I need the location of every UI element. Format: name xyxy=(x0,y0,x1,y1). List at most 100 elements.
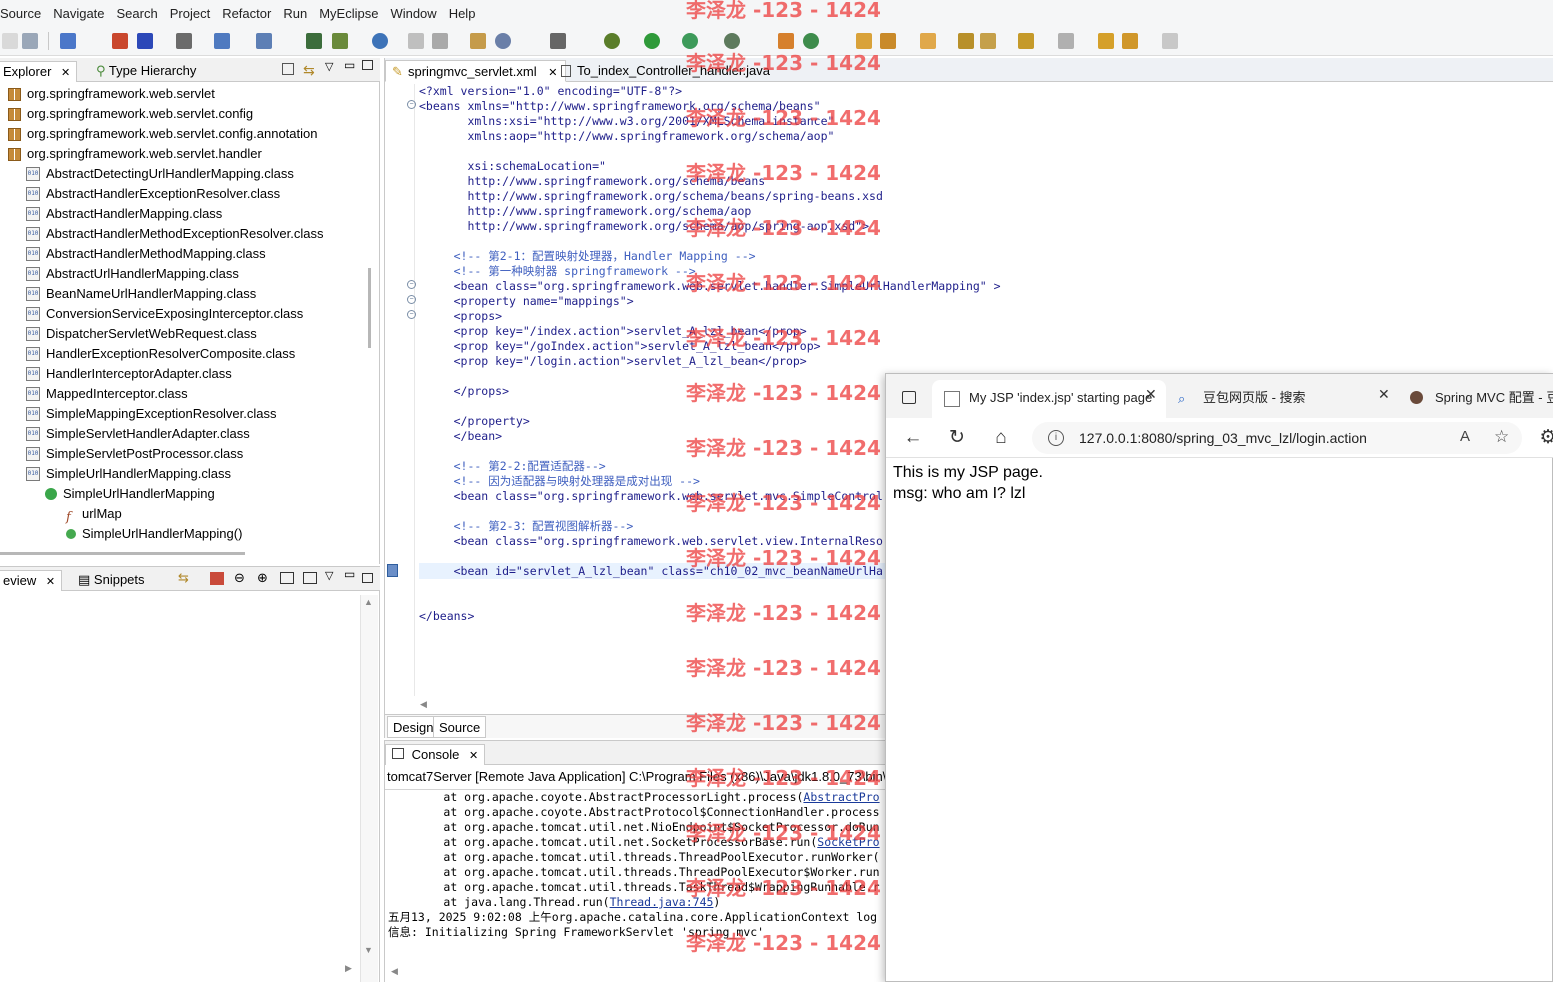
tab-snippets[interactable]: ▤ Snippets xyxy=(72,570,151,591)
tree-item-classfile[interactable]: 010 SimpleMappingExceptionResolver.class xyxy=(26,404,277,424)
tab-design[interactable]: Design xyxy=(387,716,440,738)
globe-icon[interactable] xyxy=(372,33,388,49)
scroll-up-icon[interactable]: ▲ xyxy=(364,597,373,607)
info-icon[interactable]: i xyxy=(1048,430,1064,446)
close-icon[interactable]: ✕ xyxy=(1378,386,1390,403)
link-editor-icon[interactable]: ⇆ xyxy=(303,62,315,79)
fold-icon[interactable]: − xyxy=(407,100,416,109)
tree-item-classfile[interactable]: 010 SimpleUrlHandlerMapping.class xyxy=(26,464,231,484)
tab-source[interactable]: Source xyxy=(433,716,487,738)
tree-item-class[interactable]: SimpleUrlHandlerMapping xyxy=(45,484,215,504)
tree-item-classfile[interactable]: 010 DispatcherServletWebRequest.class xyxy=(26,324,257,344)
minimize-icon[interactable]: ▭ xyxy=(344,567,355,581)
close-icon[interactable]: ✕ xyxy=(1145,386,1157,403)
menu-navigate[interactable]: Navigate xyxy=(47,6,110,21)
menu-project[interactable]: Project xyxy=(164,6,216,21)
tree-item-method[interactable]: SimpleUrlHandlerMapping() xyxy=(66,524,242,544)
external-tools-icon[interactable] xyxy=(724,33,740,49)
new-icon[interactable] xyxy=(2,33,18,49)
scroll-down-icon[interactable]: ▼ xyxy=(364,945,373,955)
menu-refactor[interactable]: Refactor xyxy=(216,6,277,21)
menu-window[interactable]: Window xyxy=(384,6,442,21)
menu-myeclipse[interactable]: MyEclipse xyxy=(313,6,384,21)
print-icon[interactable] xyxy=(22,33,38,49)
tree-item-package[interactable]: org.springframework.web.servlet.config.a… xyxy=(8,124,317,144)
tab-springmvc-servlet-xml[interactable]: ✎ springmvc_servlet.xml ✕ xyxy=(385,60,567,82)
tab-explorer[interactable]: Explorer ✕ xyxy=(0,61,78,82)
tree-item-classfile[interactable]: 010 ConversionServiceExposingInterceptor.… xyxy=(26,304,303,324)
new-class-icon[interactable] xyxy=(778,33,794,49)
maximize-icon[interactable] xyxy=(362,573,373,583)
console-link[interactable]: AbstractPro xyxy=(803,790,879,804)
tree-item-classfile[interactable]: 010 MappedInterceptor.class xyxy=(26,384,188,404)
tree-item-classfile[interactable]: 010 AbstractHandlerMethodExceptionResolve… xyxy=(26,224,323,244)
fold-icon[interactable]: − xyxy=(407,280,416,289)
server-icon[interactable] xyxy=(176,33,192,49)
web-icon[interactable] xyxy=(495,33,511,49)
view-menu-icon[interactable]: ▽ xyxy=(325,60,333,73)
open-perspective-icon[interactable] xyxy=(332,33,348,49)
tree-item-classfile[interactable]: 010 AbstractUrlHandlerMapping.class xyxy=(26,264,239,284)
tree-item-classfile[interactable]: 010 HandlerExceptionResolverComposite.cla… xyxy=(26,344,295,364)
zoom-in-icon[interactable]: ⊕ xyxy=(257,570,268,586)
tree-item-classfile[interactable]: 010 BeanNameUrlHandlerMapping.class xyxy=(26,284,256,304)
browser-tab-doubao[interactable]: ⌕ 豆包网页版 - 搜索 xyxy=(1166,380,1384,418)
clipboard-icon[interactable] xyxy=(408,33,424,49)
fit-icon[interactable] xyxy=(303,572,317,584)
tree-item-classfile[interactable]: 010 SimpleServletPostProcessor.class xyxy=(26,444,243,464)
open-folder-icon[interactable] xyxy=(856,33,872,49)
tree-item-package[interactable]: org.springframework.web.servlet xyxy=(8,84,215,104)
back-icon[interactable] xyxy=(1122,33,1138,49)
close-icon[interactable]: ✕ xyxy=(61,67,70,79)
home-icon[interactable]: ⌂ xyxy=(989,426,1013,450)
menu-help[interactable]: Help xyxy=(443,6,482,21)
bookmark-icon[interactable] xyxy=(980,33,996,49)
favorite-icon[interactable]: ☆ xyxy=(1494,427,1509,447)
box-icon[interactable] xyxy=(137,33,153,49)
zoom-out-icon[interactable]: ⊖ xyxy=(234,570,245,586)
tree-item-classfile[interactable]: 010 AbstractHandlerExceptionResolver.clas… xyxy=(26,184,280,204)
annotation-icon[interactable] xyxy=(958,33,974,49)
run-server-icon[interactable] xyxy=(306,33,322,49)
coverage-icon[interactable] xyxy=(682,33,698,49)
extensions-icon[interactable]: ⚙ xyxy=(1536,426,1553,450)
menu-source[interactable]: Source xyxy=(0,6,47,21)
tab-preview[interactable]: eview ✕ xyxy=(0,570,63,591)
open-type-icon[interactable] xyxy=(256,33,272,49)
folder-icon[interactable] xyxy=(920,33,936,49)
scroll-left-icon[interactable]: ◀ xyxy=(391,966,398,977)
preview-vertical-scrollbar[interactable]: ▲ ▼ xyxy=(360,595,378,982)
tree-item-classfile[interactable]: 010 AbstractHandlerMethodMapping.class xyxy=(26,244,266,264)
editor-horizontal-scrollbar[interactable]: ◀ xyxy=(415,698,885,712)
sync-icon[interactable]: ⇆ xyxy=(178,570,189,586)
actual-size-icon[interactable] xyxy=(280,572,294,584)
screenshot-icon[interactable] xyxy=(550,33,566,49)
tree-item-classfile[interactable]: 010 AbstractHandlerMapping.class xyxy=(26,204,222,224)
image-icon[interactable] xyxy=(210,572,224,585)
pen-icon[interactable] xyxy=(880,33,896,49)
task-icon[interactable] xyxy=(470,33,486,49)
close-icon[interactable]: ✕ xyxy=(46,576,55,588)
package-icon[interactable] xyxy=(112,33,128,49)
run-icon[interactable] xyxy=(644,33,660,49)
tab-type-hierarchy[interactable]: ⚲ Type Hierarchy xyxy=(90,61,202,82)
maximize-icon[interactable] xyxy=(362,60,373,70)
prev-annotation-icon[interactable] xyxy=(1058,33,1074,49)
browser-tab-jsp[interactable]: My JSP 'index.jsp' starting page xyxy=(932,380,1166,418)
console-link[interactable]: SocketPro xyxy=(817,835,879,849)
tree-item-field[interactable]: f urlMap xyxy=(66,504,122,525)
tab-actions-icon[interactable] xyxy=(902,391,916,404)
new-wizard-icon[interactable] xyxy=(60,33,76,49)
fold-icon[interactable]: − xyxy=(407,310,416,319)
explorer-horizontal-scrollbar[interactable] xyxy=(0,552,245,555)
tab-console[interactable]: Console ✕ xyxy=(385,744,486,765)
scroll-right-icon[interactable]: ▶ xyxy=(345,963,352,974)
debug-icon[interactable] xyxy=(604,33,620,49)
fold-icon[interactable]: − xyxy=(407,295,416,304)
scroll-left-icon[interactable]: ◀ xyxy=(420,699,427,710)
menu-search[interactable]: Search xyxy=(111,6,164,21)
tree-item-classfile[interactable]: 010 AbstractDetectingUrlHandlerMapping.cl… xyxy=(26,164,294,184)
next-annotation-icon[interactable] xyxy=(1018,33,1034,49)
refresh-icon[interactable] xyxy=(803,33,819,49)
tab-to-index-controller-java[interactable]: To_index_Controller_handler.java xyxy=(555,60,778,82)
